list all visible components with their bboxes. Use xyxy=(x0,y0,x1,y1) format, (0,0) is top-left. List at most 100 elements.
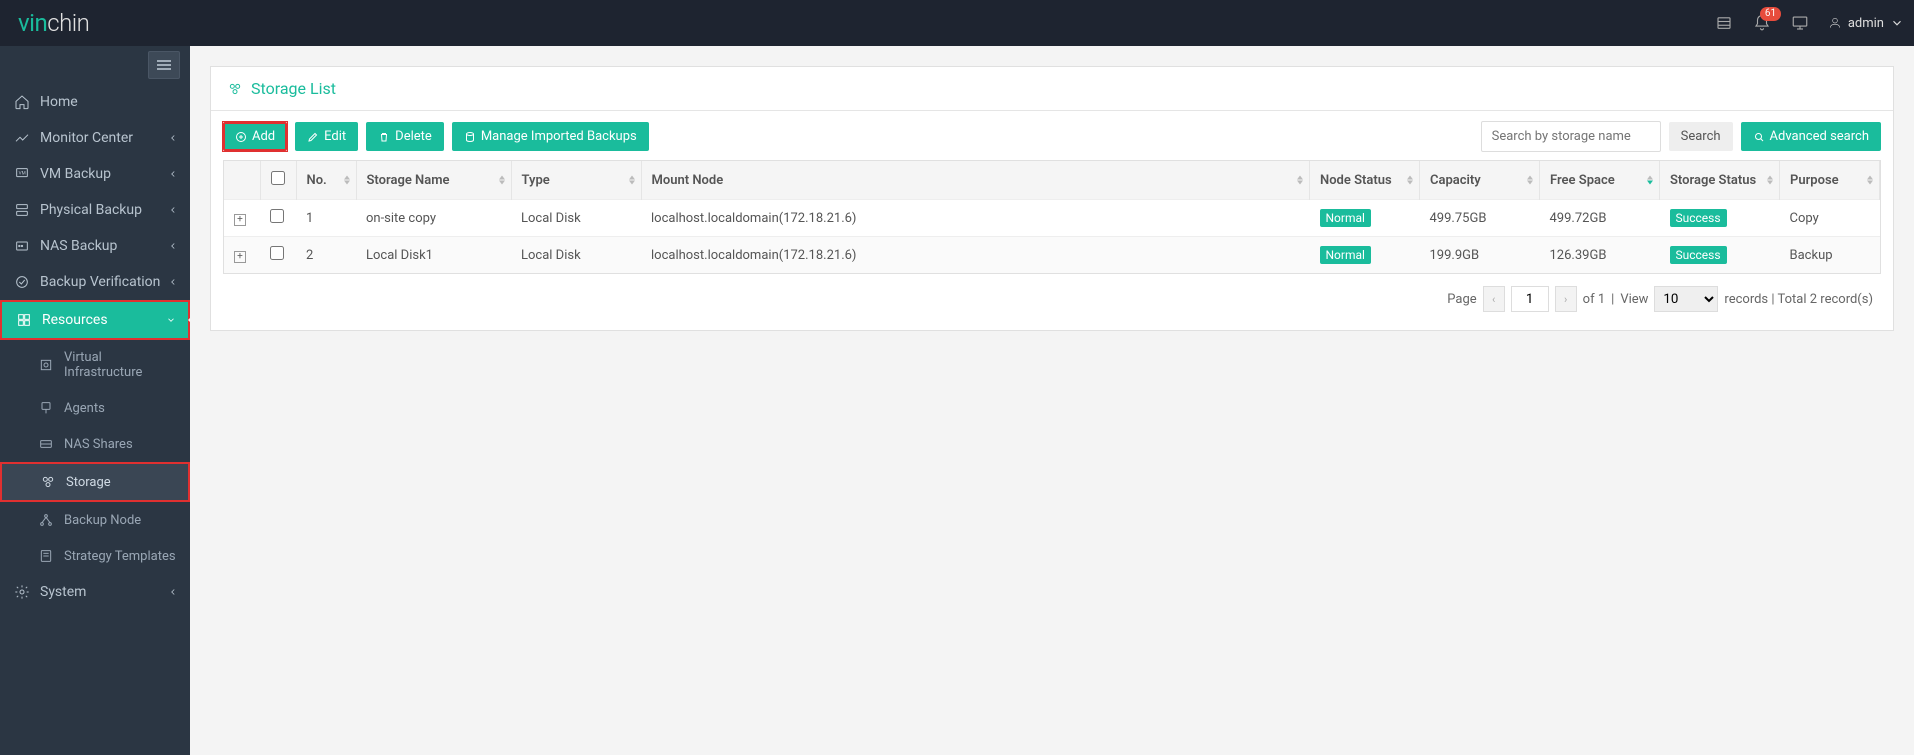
select-cell[interactable] xyxy=(260,237,296,274)
col-capacity[interactable]: Capacity xyxy=(1420,161,1540,200)
sidebar: Home Monitor Center VM VM Backup Physica… xyxy=(0,46,190,755)
col-free-space[interactable]: Free Space xyxy=(1540,161,1660,200)
cell-node-status: Normal xyxy=(1310,200,1420,237)
add-button[interactable]: Add xyxy=(223,122,287,151)
col-storage-status[interactable]: Storage Status xyxy=(1660,161,1780,200)
user-menu[interactable]: admin xyxy=(1828,16,1904,31)
sub-nav-backup-node[interactable]: Backup Node xyxy=(0,502,190,538)
edit-button[interactable]: Edit xyxy=(295,122,358,151)
menu-toggle-button[interactable] xyxy=(148,51,180,79)
cell-mount: localhost.localdomain(172.18.21.6) xyxy=(641,237,1310,274)
row-checkbox[interactable] xyxy=(270,209,284,223)
nav-label: System xyxy=(40,584,86,600)
nav-label: NAS Shares xyxy=(64,437,133,452)
col-select-all[interactable] xyxy=(260,161,296,200)
row-checkbox[interactable] xyxy=(270,246,284,260)
col-storage-name[interactable]: Storage Name xyxy=(356,161,511,200)
sub-nav-agents[interactable]: Agents xyxy=(0,390,190,426)
node-icon xyxy=(38,512,54,528)
bell-icon[interactable]: 61 xyxy=(1752,13,1772,33)
nav-backup-verification[interactable]: Backup Verification xyxy=(0,264,190,300)
expand-cell[interactable]: + xyxy=(224,200,260,237)
col-type[interactable]: Type xyxy=(511,161,641,200)
pager-next-button[interactable]: › xyxy=(1555,286,1577,312)
button-label: Advanced search xyxy=(1770,129,1869,144)
sub-nav-strategy-templates[interactable]: Strategy Templates xyxy=(0,538,190,574)
cell-name: Local Disk1 xyxy=(356,237,511,274)
chevron-left-icon xyxy=(168,587,178,597)
col-node-status[interactable]: Node Status xyxy=(1310,161,1420,200)
col-no[interactable]: No. xyxy=(296,161,356,200)
cell-free: 499.72GB xyxy=(1540,200,1660,237)
col-expand xyxy=(224,161,260,200)
cell-mount: localhost.localdomain(172.18.21.6) xyxy=(641,200,1310,237)
select-all-checkbox[interactable] xyxy=(271,171,285,185)
pager-label: Page xyxy=(1447,292,1476,307)
notify-badge: 61 xyxy=(1760,7,1781,21)
user-name: admin xyxy=(1848,16,1884,31)
nav-label: Resources xyxy=(42,312,108,328)
nav-label: VM Backup xyxy=(40,166,111,182)
user-icon xyxy=(1828,16,1842,30)
advanced-search-button[interactable]: Advanced search xyxy=(1741,122,1881,151)
panel-title: Storage List xyxy=(251,79,336,98)
home-icon xyxy=(14,94,30,110)
delete-button[interactable]: Delete xyxy=(366,122,444,151)
plus-icon xyxy=(235,131,247,143)
pager-current-input[interactable] xyxy=(1511,286,1549,312)
server-icon xyxy=(14,202,30,218)
pager-of: of 1 xyxy=(1583,292,1605,307)
nav-nas-backup[interactable]: NAS Backup xyxy=(0,228,190,264)
nav-label: NAS Backup xyxy=(40,238,117,254)
nav-monitor[interactable]: Monitor Center xyxy=(0,120,190,156)
nav-label: Virtual Infrastructure xyxy=(64,350,176,380)
button-label: Delete xyxy=(395,129,432,144)
expand-cell[interactable]: + xyxy=(224,237,260,274)
col-mount-node[interactable]: Mount Node xyxy=(641,161,1310,200)
storage-table: No. Storage Name Type Mount Node Node St… xyxy=(223,160,1881,274)
sub-nav-virtual-infra[interactable]: Virtual Infrastructure xyxy=(0,340,190,390)
nav-system[interactable]: System xyxy=(0,574,190,610)
search-icon xyxy=(1753,131,1765,143)
col-purpose[interactable]: Purpose xyxy=(1780,161,1880,200)
pager: Page ‹ › of 1 | View 10 records | Total … xyxy=(223,274,1881,316)
cell-type: Local Disk xyxy=(511,200,641,237)
button-label: Search xyxy=(1681,129,1721,144)
button-label: Manage Imported Backups xyxy=(481,129,637,144)
nav-home[interactable]: Home xyxy=(0,84,190,120)
cell-name: on-site copy xyxy=(356,200,511,237)
cell-purpose: Backup xyxy=(1780,237,1880,274)
list-icon[interactable] xyxy=(1714,13,1734,33)
button-label: Edit xyxy=(324,129,346,144)
search-button[interactable]: Search xyxy=(1669,122,1733,151)
main: Storage List Add Edit Delete xyxy=(190,46,1914,755)
nav-resources[interactable]: Resources xyxy=(0,300,190,340)
chevron-down-icon xyxy=(166,315,176,325)
monitor-icon[interactable] xyxy=(1790,13,1810,33)
chevron-left-icon xyxy=(168,277,178,287)
sub-nav-storage[interactable]: Storage xyxy=(0,462,190,502)
nav-label: Physical Backup xyxy=(40,202,142,218)
pager-prev-button[interactable]: ‹ xyxy=(1483,286,1505,312)
vm-icon: VM xyxy=(14,166,30,182)
select-cell[interactable] xyxy=(260,200,296,237)
chevron-left-icon xyxy=(168,169,178,179)
chevron-left-icon xyxy=(168,241,178,251)
search-input[interactable] xyxy=(1481,121,1661,152)
manage-imported-button[interactable]: Manage Imported Backups xyxy=(452,122,649,151)
db-icon xyxy=(464,131,476,143)
agent-icon xyxy=(38,400,54,416)
cell-capacity: 499.75GB xyxy=(1420,200,1540,237)
chevron-left-icon xyxy=(168,205,178,215)
cell-type: Local Disk xyxy=(511,237,641,274)
nav-vm-backup[interactable]: VM VM Backup xyxy=(0,156,190,192)
table-row: +1on-site copyLocal Disklocalhost.locald… xyxy=(224,200,1880,237)
topbar: vinchin 61 admin xyxy=(0,0,1914,46)
nav-physical-backup[interactable]: Physical Backup xyxy=(0,192,190,228)
nav-label: Monitor Center xyxy=(40,130,133,146)
sub-nav-nas-shares[interactable]: NAS Shares xyxy=(0,426,190,462)
chart-icon xyxy=(14,130,30,146)
nas-icon xyxy=(14,238,30,254)
pager-size-select[interactable]: 10 xyxy=(1654,286,1718,312)
resources-icon xyxy=(16,312,32,328)
